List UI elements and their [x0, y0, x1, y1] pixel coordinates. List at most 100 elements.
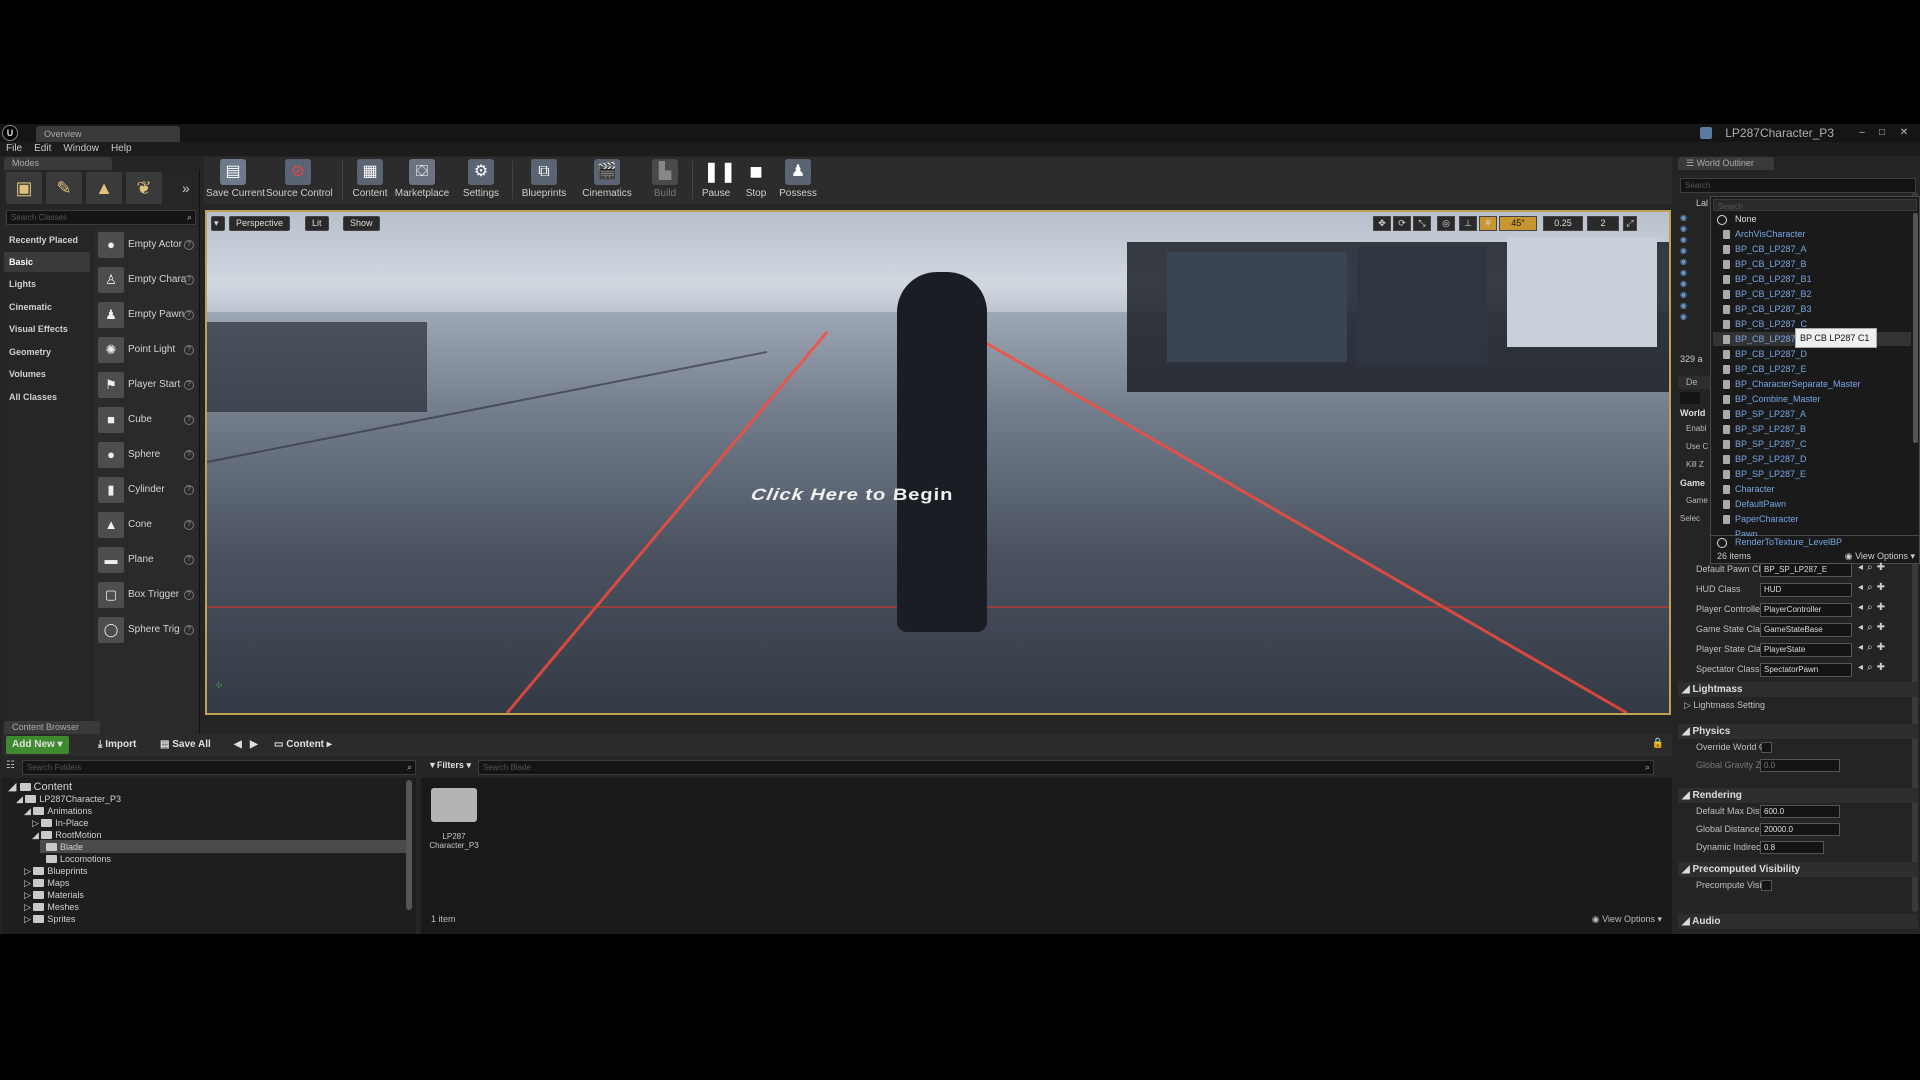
perspective-button[interactable]: Perspective — [229, 216, 291, 231]
class-option-none[interactable]: None — [1735, 214, 1757, 224]
help-icon[interactable]: ? — [184, 380, 194, 390]
tree-scrollbar[interactable] — [406, 780, 412, 910]
add-new-button[interactable]: Add New ▾ — [6, 736, 69, 754]
tree-item-meshes[interactable]: ▷ Meshes — [24, 902, 79, 913]
tree-item-in-place[interactable]: ▷ In-Place — [32, 818, 88, 829]
forward-arrow-icon[interactable]: ▶ — [244, 736, 264, 754]
default-pawn-class-combo[interactable]: BP_SP_LP287_E — [1760, 563, 1852, 577]
cinematics-button[interactable]: 🎬 Cinematics — [578, 159, 636, 202]
class-row-actions-icon[interactable]: ◂⌕✚ — [1858, 562, 1889, 573]
class-option[interactable]: RenderToTexture_LevelBP — [1735, 537, 1842, 547]
lock-icon[interactable]: 🔒 — [1652, 738, 1664, 749]
class-option[interactable]: BP_SP_LP287_E — [1723, 469, 1806, 479]
rotate-icon[interactable]: ⟳ — [1393, 216, 1411, 231]
hud-class-combo[interactable]: HUD — [1760, 583, 1852, 597]
dropdown-scrollbar[interactable] — [1913, 213, 1918, 443]
place-item[interactable]: ▲ Cone? — [94, 508, 198, 542]
place-item[interactable]: ● Empty Actor? — [94, 228, 198, 262]
category-visual-effects[interactable]: Visual Effects — [4, 319, 90, 339]
player-state-class-combo[interactable]: PlayerState — [1760, 643, 1852, 657]
precomputed-visibility-section[interactable]: ◢ Precomputed Visibility — [1678, 862, 1918, 877]
foliage-mode-icon[interactable]: ❦ — [126, 172, 162, 204]
lightmass-settings-row[interactable]: ▷ Lightmass Setting — [1684, 700, 1765, 715]
class-option[interactable]: BP_CB_LP287_A — [1723, 244, 1807, 254]
category-basic[interactable]: Basic — [4, 252, 90, 272]
class-option[interactable]: BP_CB_LP287_B — [1723, 259, 1807, 269]
class-row-actions-icon[interactable]: ◂⌕✚ — [1858, 602, 1889, 613]
category-geometry[interactable]: Geometry — [4, 342, 90, 362]
class-option[interactable]: BP_SP_LP287_C — [1723, 439, 1807, 449]
surface-snap-icon[interactable]: ⊥ — [1459, 216, 1477, 231]
global-gravity-input[interactable]: 0.0 — [1760, 759, 1840, 772]
class-option[interactable]: BP_CB_LP287_B1 — [1723, 274, 1812, 284]
place-item[interactable]: ⚑ Player Start? — [94, 368, 198, 402]
visibility-eye-icons[interactable]: ◉ ◉ ◉ ◉ ◉ ◉ ◉ ◉ ◉ ◉ — [1680, 212, 1694, 322]
class-option[interactable]: Character — [1723, 484, 1775, 494]
class-option[interactable]: BP_CharacterSeparate_Master — [1723, 379, 1861, 389]
close-icon[interactable]: ✕ — [1898, 127, 1910, 138]
menu-window[interactable]: Window — [57, 142, 105, 155]
tree-item-blueprints[interactable]: ▷ Blueprints — [24, 866, 87, 877]
place-item[interactable]: ■ Cube? — [94, 403, 198, 437]
build-button[interactable]: ▙ Build — [640, 159, 690, 202]
spectator-class-combo[interactable]: SpectatorPawn — [1760, 663, 1852, 677]
tree-item-sprites[interactable]: ▷ Sprites — [24, 914, 75, 924]
marketplace-button[interactable]: ⛋ Marketplace — [394, 159, 450, 202]
save-current-button[interactable]: ▤ Save Current — [206, 159, 265, 202]
folder-thumbnail-icon[interactable] — [431, 788, 477, 822]
class-option[interactable]: BP_Combine_Master — [1723, 394, 1821, 404]
help-icon[interactable]: ? — [184, 345, 194, 355]
transform-move-icon[interactable]: ✥ — [1373, 216, 1391, 231]
level-viewport[interactable]: Click Here to Begin ▾ Perspective Lit Sh… — [205, 210, 1671, 715]
lightmass-section[interactable]: ◢ Lightmass — [1678, 682, 1918, 697]
sources-toggle-icon[interactable]: ☷ — [6, 760, 15, 771]
class-option[interactable]: ArchVisCharacter — [1723, 229, 1805, 239]
category-lights[interactable]: Lights — [4, 274, 90, 294]
place-item[interactable]: ▢ Box Trigger? — [94, 578, 198, 612]
world-section[interactable]: World — [1680, 408, 1705, 418]
maximize-viewport-icon[interactable]: ⤢ — [1623, 216, 1637, 231]
asset-search-input[interactable]: Search Blade ⌕ — [478, 760, 1654, 775]
blueprints-button[interactable]: ⧉ Blueprints — [516, 159, 572, 202]
tree-item-maps[interactable]: ▷ Maps — [24, 878, 69, 889]
class-option[interactable]: PaperCharacter — [1723, 514, 1799, 524]
class-option[interactable]: BP_SP_LP287_D — [1723, 454, 1807, 464]
class-option[interactable]: BP_SP_LP287_A — [1723, 409, 1806, 419]
max-draw-distance-input[interactable]: 600.0 — [1760, 805, 1840, 818]
outliner-search-input[interactable]: Search — [1680, 178, 1916, 193]
category-recently-placed[interactable]: Recently Placed — [4, 230, 90, 250]
pause-button[interactable]: ❚❚ Pause — [696, 159, 737, 202]
paint-mode-icon[interactable]: ✎ — [46, 172, 82, 204]
class-option[interactable]: BP_CB_LP287_B2 — [1723, 289, 1812, 299]
content-button[interactable]: ▦ Content — [348, 159, 392, 202]
maximize-icon[interactable]: □ — [1876, 127, 1888, 138]
stop-button[interactable]: ■ Stop — [738, 159, 774, 202]
class-search-input[interactable]: Search Classes ⌕ — [6, 210, 196, 225]
menu-file[interactable]: File — [0, 142, 28, 155]
camera-speed-button[interactable]: 2 — [1587, 216, 1619, 231]
place-item[interactable]: ✺ Point Light? — [94, 333, 198, 367]
rotation-snap-button[interactable]: 45° — [1499, 216, 1537, 231]
import-button[interactable]: ⤓ Import — [92, 736, 142, 754]
class-row-actions-icon[interactable]: ◂⌕✚ — [1858, 662, 1889, 673]
menu-help[interactable]: Help — [105, 142, 138, 155]
settings-button[interactable]: ⚙ Settings — [456, 159, 506, 202]
possess-button[interactable]: ♟ Possess — [776, 159, 820, 202]
class-picker-search-input[interactable]: Search — [1713, 199, 1917, 211]
tab-world-outliner[interactable]: ☰ World Outliner — [1678, 157, 1774, 170]
asset-name[interactable]: LP287 Character_P3 — [421, 832, 487, 850]
details-search-input[interactable] — [1680, 392, 1700, 404]
help-icon[interactable]: ? — [184, 485, 194, 495]
place-mode-icon[interactable]: ▣ — [6, 172, 42, 204]
class-option[interactable]: BP_CB_LP287_B3 — [1723, 304, 1812, 314]
viewport-options-icon[interactable]: ▾ — [211, 216, 225, 231]
save-all-button[interactable]: ▤ Save All — [154, 736, 217, 754]
tree-item-materials[interactable]: ▷ Materials — [24, 890, 84, 901]
class-row-actions-icon[interactable]: ◂⌕✚ — [1858, 642, 1889, 653]
tree-item-locomotions[interactable]: Locomotions — [46, 854, 111, 864]
help-icon[interactable]: ? — [184, 590, 194, 600]
player-controller-class-combo[interactable]: PlayerController — [1760, 603, 1852, 617]
path-breadcrumb[interactable]: ▭ Content ▸ — [268, 736, 338, 754]
class-option[interactable]: DefaultPawn — [1723, 499, 1786, 509]
help-icon[interactable]: ? — [184, 450, 194, 460]
